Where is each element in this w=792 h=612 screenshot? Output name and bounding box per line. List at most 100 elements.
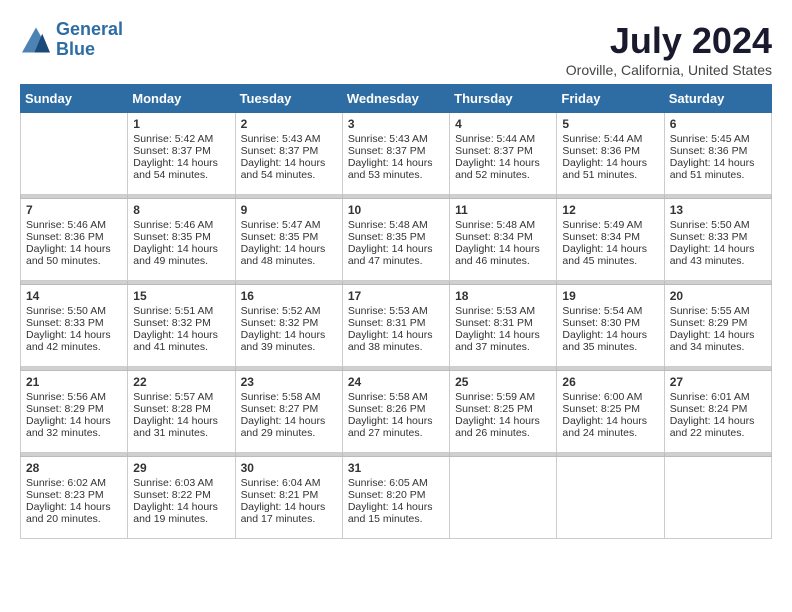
sunrise-text: Sunrise: 5:50 AM: [670, 219, 750, 231]
sunrise-text: Sunrise: 6:04 AM: [241, 477, 321, 489]
sunrise-text: Sunrise: 5:45 AM: [670, 133, 750, 145]
calendar-week-row: 14 Sunrise: 5:50 AM Sunset: 8:33 PM Dayl…: [21, 285, 772, 367]
day-number: 26: [562, 375, 658, 389]
sunset-text: Sunset: 8:30 PM: [562, 317, 640, 329]
sunrise-text: Sunrise: 5:53 AM: [348, 305, 428, 317]
sunrise-text: Sunrise: 6:05 AM: [348, 477, 428, 489]
day-number: 17: [348, 289, 444, 303]
calendar-cell: 8 Sunrise: 5:46 AM Sunset: 8:35 PM Dayli…: [128, 199, 235, 281]
sunset-text: Sunset: 8:32 PM: [241, 317, 319, 329]
daylight-text: Daylight: 14 hours and 39 minutes.: [241, 329, 326, 353]
sunrise-text: Sunrise: 5:48 AM: [348, 219, 428, 231]
calendar-cell: 30 Sunrise: 6:04 AM Sunset: 8:21 PM Dayl…: [235, 457, 342, 539]
sunset-text: Sunset: 8:33 PM: [670, 231, 748, 243]
calendar-cell: 14 Sunrise: 5:50 AM Sunset: 8:33 PM Dayl…: [21, 285, 128, 367]
day-number: 22: [133, 375, 229, 389]
daylight-text: Daylight: 14 hours and 26 minutes.: [455, 415, 540, 439]
daylight-text: Daylight: 14 hours and 47 minutes.: [348, 243, 433, 267]
sunset-text: Sunset: 8:35 PM: [133, 231, 211, 243]
day-number: 18: [455, 289, 551, 303]
sunset-text: Sunset: 8:20 PM: [348, 489, 426, 501]
calendar-cell: 27 Sunrise: 6:01 AM Sunset: 8:24 PM Dayl…: [664, 371, 771, 453]
sunrise-text: Sunrise: 5:58 AM: [241, 391, 321, 403]
page-header: General Blue July 2024 Oroville, Califor…: [20, 20, 772, 78]
sunset-text: Sunset: 8:25 PM: [562, 403, 640, 415]
calendar-cell: 28 Sunrise: 6:02 AM Sunset: 8:23 PM Dayl…: [21, 457, 128, 539]
calendar-week-row: 28 Sunrise: 6:02 AM Sunset: 8:23 PM Dayl…: [21, 457, 772, 539]
daylight-text: Daylight: 14 hours and 45 minutes.: [562, 243, 647, 267]
calendar-cell: 17 Sunrise: 5:53 AM Sunset: 8:31 PM Dayl…: [342, 285, 449, 367]
calendar-cell: 31 Sunrise: 6:05 AM Sunset: 8:20 PM Dayl…: [342, 457, 449, 539]
calendar-cell: 26 Sunrise: 6:00 AM Sunset: 8:25 PM Dayl…: [557, 371, 664, 453]
calendar-cell: [450, 457, 557, 539]
day-number: 3: [348, 117, 444, 131]
daylight-text: Daylight: 14 hours and 38 minutes.: [348, 329, 433, 353]
sunrise-text: Sunrise: 6:02 AM: [26, 477, 106, 489]
day-number: 24: [348, 375, 444, 389]
sunset-text: Sunset: 8:37 PM: [348, 145, 426, 157]
sunrise-text: Sunrise: 5:50 AM: [26, 305, 106, 317]
weekday-header-row: SundayMondayTuesdayWednesdayThursdayFrid…: [21, 85, 772, 113]
sunset-text: Sunset: 8:28 PM: [133, 403, 211, 415]
sunset-text: Sunset: 8:33 PM: [26, 317, 104, 329]
calendar-cell: 20 Sunrise: 5:55 AM Sunset: 8:29 PM Dayl…: [664, 285, 771, 367]
sunset-text: Sunset: 8:27 PM: [241, 403, 319, 415]
daylight-text: Daylight: 14 hours and 54 minutes.: [241, 157, 326, 181]
daylight-text: Daylight: 14 hours and 48 minutes.: [241, 243, 326, 267]
calendar-cell: 22 Sunrise: 5:57 AM Sunset: 8:28 PM Dayl…: [128, 371, 235, 453]
sunset-text: Sunset: 8:34 PM: [562, 231, 640, 243]
daylight-text: Daylight: 14 hours and 53 minutes.: [348, 157, 433, 181]
calendar-cell: 15 Sunrise: 5:51 AM Sunset: 8:32 PM Dayl…: [128, 285, 235, 367]
sunset-text: Sunset: 8:31 PM: [348, 317, 426, 329]
sunset-text: Sunset: 8:32 PM: [133, 317, 211, 329]
calendar-cell: 7 Sunrise: 5:46 AM Sunset: 8:36 PM Dayli…: [21, 199, 128, 281]
calendar-cell: 23 Sunrise: 5:58 AM Sunset: 8:27 PM Dayl…: [235, 371, 342, 453]
sunset-text: Sunset: 8:37 PM: [133, 145, 211, 157]
daylight-text: Daylight: 14 hours and 34 minutes.: [670, 329, 755, 353]
sunrise-text: Sunrise: 5:53 AM: [455, 305, 535, 317]
calendar-cell: 13 Sunrise: 5:50 AM Sunset: 8:33 PM Dayl…: [664, 199, 771, 281]
logo: General Blue: [20, 20, 123, 60]
calendar-cell: 9 Sunrise: 5:47 AM Sunset: 8:35 PM Dayli…: [235, 199, 342, 281]
daylight-text: Daylight: 14 hours and 17 minutes.: [241, 501, 326, 525]
daylight-text: Daylight: 14 hours and 43 minutes.: [670, 243, 755, 267]
calendar-cell: 29 Sunrise: 6:03 AM Sunset: 8:22 PM Dayl…: [128, 457, 235, 539]
daylight-text: Daylight: 14 hours and 24 minutes.: [562, 415, 647, 439]
day-number: 19: [562, 289, 658, 303]
sunrise-text: Sunrise: 5:44 AM: [562, 133, 642, 145]
sunset-text: Sunset: 8:29 PM: [26, 403, 104, 415]
daylight-text: Daylight: 14 hours and 35 minutes.: [562, 329, 647, 353]
sunrise-text: Sunrise: 5:49 AM: [562, 219, 642, 231]
sunset-text: Sunset: 8:23 PM: [26, 489, 104, 501]
calendar-cell: 6 Sunrise: 5:45 AM Sunset: 8:36 PM Dayli…: [664, 113, 771, 195]
day-number: 20: [670, 289, 766, 303]
sunset-text: Sunset: 8:31 PM: [455, 317, 533, 329]
day-number: 2: [241, 117, 337, 131]
day-number: 9: [241, 203, 337, 217]
calendar-cell: 4 Sunrise: 5:44 AM Sunset: 8:37 PM Dayli…: [450, 113, 557, 195]
day-number: 27: [670, 375, 766, 389]
weekday-header: Tuesday: [235, 85, 342, 113]
sunrise-text: Sunrise: 5:54 AM: [562, 305, 642, 317]
sunrise-text: Sunrise: 5:59 AM: [455, 391, 535, 403]
weekday-header: Wednesday: [342, 85, 449, 113]
daylight-text: Daylight: 14 hours and 51 minutes.: [670, 157, 755, 181]
calendar-cell: 25 Sunrise: 5:59 AM Sunset: 8:25 PM Dayl…: [450, 371, 557, 453]
sunset-text: Sunset: 8:37 PM: [455, 145, 533, 157]
sunrise-text: Sunrise: 5:56 AM: [26, 391, 106, 403]
sunrise-text: Sunrise: 5:42 AM: [133, 133, 213, 145]
weekday-header: Monday: [128, 85, 235, 113]
calendar-cell: [664, 457, 771, 539]
sunrise-text: Sunrise: 5:47 AM: [241, 219, 321, 231]
calendar-cell: 1 Sunrise: 5:42 AM Sunset: 8:37 PM Dayli…: [128, 113, 235, 195]
calendar-week-row: 7 Sunrise: 5:46 AM Sunset: 8:36 PM Dayli…: [21, 199, 772, 281]
sunrise-text: Sunrise: 5:46 AM: [133, 219, 213, 231]
day-number: 5: [562, 117, 658, 131]
sunrise-text: Sunrise: 5:52 AM: [241, 305, 321, 317]
day-number: 13: [670, 203, 766, 217]
weekday-header: Friday: [557, 85, 664, 113]
daylight-text: Daylight: 14 hours and 46 minutes.: [455, 243, 540, 267]
calendar-cell: 18 Sunrise: 5:53 AM Sunset: 8:31 PM Dayl…: [450, 285, 557, 367]
sunrise-text: Sunrise: 6:03 AM: [133, 477, 213, 489]
daylight-text: Daylight: 14 hours and 51 minutes.: [562, 157, 647, 181]
